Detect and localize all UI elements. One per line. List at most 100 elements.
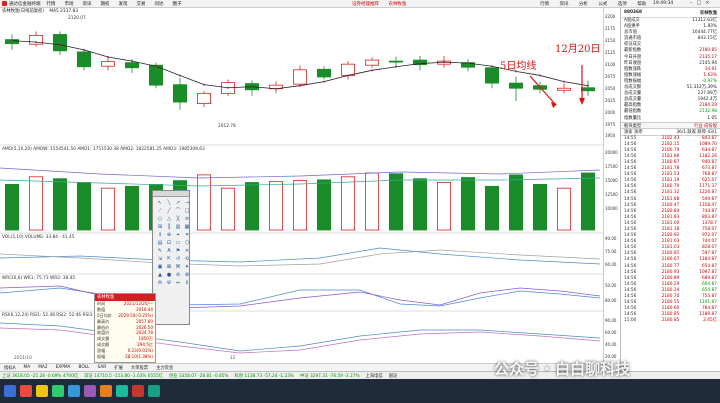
rmenu-item[interactable]: 公式: [598, 2, 607, 7]
draw-tool-icon[interactable]: ⌘: [174, 263, 182, 270]
draw-tool-icon[interactable]: △: [165, 215, 173, 222]
draw-tool-icon[interactable]: ⊡: [165, 239, 173, 246]
link-recommend[interactable]: 证券经理推荐: [352, 2, 379, 7]
maximize-icon[interactable]: □: [697, 0, 702, 6]
draw-tool-icon[interactable]: ⇲: [156, 255, 164, 262]
draw-tool-icon[interactable]: ✎: [156, 247, 164, 254]
draw-tool-icon[interactable]: ▲: [156, 271, 164, 278]
chart-area[interactable]: 农林牧渔(日线前复权) MA5 2137.83 2120.07 2012.78 …: [0, 8, 604, 385]
draw-tool-icon[interactable]: □: [183, 207, 191, 214]
indicator-tab[interactable]: MA: [22, 365, 33, 370]
draw-tool-icon[interactable]: ▣: [156, 263, 164, 270]
draw-tool-icon[interactable]: ⚑: [174, 247, 182, 254]
draw-tool-icon[interactable]: ⊗: [183, 271, 191, 278]
quote-row-value: 1.05: [707, 115, 717, 121]
draw-tool-icon[interactable]: ○: [156, 215, 164, 222]
tick-list[interactable]: 14:55 2182.43 843.87 14:56 2182.15 1089.70 14:…: [621, 136, 720, 325]
draw-tool-icon[interactable]: A: [165, 247, 173, 254]
menu-item[interactable]: 发现: [119, 1, 128, 7]
draw-tool-icon[interactable]: ⟲: [183, 255, 191, 262]
menu-item[interactable]: 资讯: [83, 1, 92, 7]
draw-tool-icon[interactable]: ⊞: [156, 223, 164, 230]
menu-item[interactable]: 期权: [101, 1, 110, 7]
menu-item[interactable]: 行情: [47, 1, 56, 7]
tool-icon[interactable]: [116, 385, 128, 397]
chat-icon[interactable]: [52, 385, 64, 397]
price-tick: 2025: [605, 98, 616, 103]
draw-tool-icon[interactable]: ✦: [183, 263, 191, 270]
draw-tool-icon[interactable]: ╲: [165, 199, 173, 206]
office-icon[interactable]: [100, 385, 112, 397]
draw-tool-icon[interactable]: ⟋: [156, 207, 164, 214]
rmenu-item[interactable]: 资讯: [559, 2, 568, 7]
draw-tool-icon[interactable]: ⌗: [183, 231, 191, 238]
draw-tool-icon[interactable]: ╱: [165, 207, 173, 214]
draw-tool-icon[interactable]: ⊕: [165, 231, 173, 238]
draw-tool-icon[interactable]: ●: [165, 271, 173, 278]
indicator-tab[interactable]: MA2: [36, 365, 49, 370]
ma5-point: [131, 60, 133, 63]
draw-tool-icon[interactable]: ⊠: [165, 263, 173, 270]
link-sector[interactable]: 农林牧渔: [388, 2, 406, 7]
browser-icon[interactable]: [68, 385, 80, 397]
tab-sector-type[interactable]: 板块类型: [624, 123, 641, 129]
rmenu-item[interactable]: 行情: [540, 2, 549, 7]
minimize-icon[interactable]: –: [690, 0, 693, 6]
rmenu-item[interactable]: 选项: [618, 2, 627, 7]
draw-tool-icon[interactable]: ⊘: [174, 271, 182, 278]
draw-tool-icon[interactable]: ╳: [174, 215, 182, 222]
rmenu-item[interactable]: 帮助: [637, 2, 646, 7]
candle-body: [484, 67, 499, 84]
indicator-tab[interactable]: BOLL: [77, 365, 92, 370]
draw-tool-icon[interactable]: ⇱: [165, 255, 173, 262]
draw-tool-icon[interactable]: ▥: [174, 223, 182, 230]
menu-item[interactable]: 交易: [137, 1, 146, 7]
draw-tool-icon[interactable]: ⟱: [165, 279, 173, 286]
index-chinext[interactable]: 创业 3358.07 -28.81 -0.85%: [169, 373, 229, 379]
indicator-tab[interactable]: SAR: [96, 365, 109, 370]
clock: 19:49:34: [653, 1, 674, 6]
menu-item[interactable]: 问达: [155, 1, 164, 7]
music-icon[interactable]: [148, 385, 160, 397]
index-csi[interactable]: 中证 3297.31 -76.59 -2.27%: [300, 373, 360, 379]
popup-title: 农林牧渔: [95, 294, 155, 301]
indicator-tab[interactable]: 主力资金: [154, 365, 175, 371]
draw-tool-icon[interactable]: ↕: [156, 231, 164, 238]
draw-tool-icon[interactable]: ↖: [156, 199, 164, 206]
draw-tool-icon[interactable]: ▦: [183, 223, 191, 230]
indicator-tab[interactable]: 大单股票: [129, 365, 150, 371]
index-shenzhen[interactable]: 深证 14710.5 -153.80 -1.03% 6555亿: [84, 373, 163, 379]
draw-tool-icon[interactable]: ┃: [165, 223, 173, 230]
draw-tool-icon[interactable]: ⇕: [183, 279, 191, 286]
draw-tool-icon[interactable]: ⬡: [183, 239, 191, 246]
folder-icon[interactable]: [36, 385, 48, 397]
drawing-toolbox[interactable]: ↖ ╲ ↗ → ⟋ ╱ ⌒ □ ○ △ ╳ ≡ ⊞ ┃ ▥ ▦ ↕ ⊕ ⌖ ⌗ ▤ ⊡ ▭ ⬡ ✎ A ⚑ ✕ ⇲ ⇱ ↺ ⟲ ▣ ⊠ ⌘ ✦ ▲ ● ⊘ ⊗…: [152, 190, 190, 325]
rmenu-item[interactable]: 分析: [579, 2, 588, 7]
stock-app-icon[interactable]: [132, 385, 144, 397]
indicator-tab[interactable]: 扩展: [112, 365, 125, 371]
draw-tool-icon[interactable]: ⌒: [174, 207, 182, 214]
draw-tool-icon[interactable]: ⟰: [156, 279, 164, 286]
media-icon[interactable]: [84, 385, 96, 397]
draw-tool-icon[interactable]: ✕: [183, 247, 191, 254]
draw-tool-icon[interactable]: ↗: [174, 199, 182, 206]
tab-constituents[interactable]: 行业 成份股: [694, 123, 717, 129]
draw-tool-icon[interactable]: ≡: [183, 215, 191, 222]
draw-tool-icon[interactable]: →: [183, 199, 191, 206]
app-icon[interactable]: [20, 385, 32, 397]
draw-tool-icon[interactable]: ↺: [174, 255, 182, 262]
close-icon[interactable]: ×: [705, 0, 709, 6]
draw-tool-icon[interactable]: ▤: [156, 239, 164, 246]
draw-tool-icon[interactable]: ⇔: [174, 279, 182, 286]
start-icon[interactable]: [4, 385, 16, 397]
indicator-tab[interactable]: EXPMA: [54, 365, 73, 370]
index-star[interactable]: 科创 1138.73 -57.24 -1.23%: [235, 373, 295, 379]
amo-bar: [412, 178, 427, 231]
draw-tool-icon[interactable]: ▭: [174, 239, 182, 246]
menu-item[interactable]: 圈子: [173, 1, 182, 7]
indicator-tab[interactable]: 指标A: [2, 365, 18, 371]
draw-tool-icon[interactable]: ⌖: [174, 231, 182, 238]
menu-item[interactable]: 市场: [65, 1, 74, 7]
amo-bar: [508, 174, 523, 231]
index-shanghai[interactable]: 上证 3618.05 -25.28 -0.69% 4760亿: [2, 373, 78, 379]
